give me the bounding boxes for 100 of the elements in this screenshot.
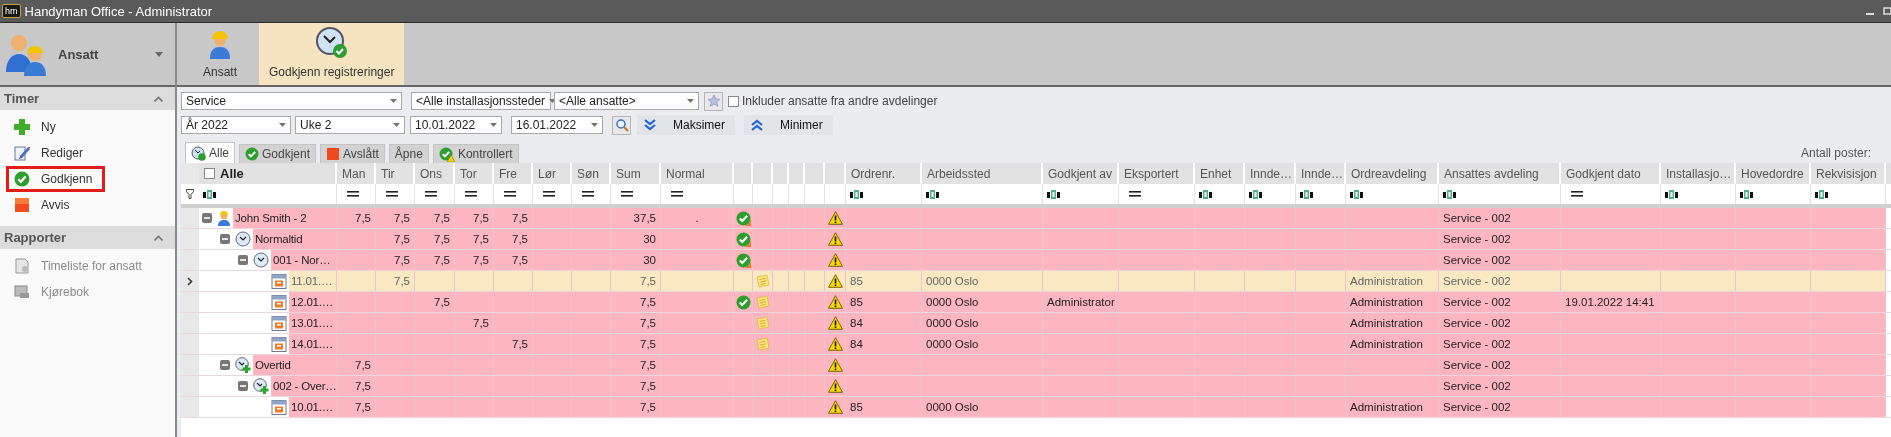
restore-icon[interactable]: [1883, 6, 1891, 16]
week-dropdown[interactable]: Uke 2: [295, 116, 405, 134]
text-filter-icon[interactable]: [1199, 189, 1213, 199]
collapse-icon[interactable]: [238, 381, 248, 391]
column-header[interactable]: Innde…: [1245, 163, 1296, 184]
row-header[interactable]: [181, 271, 199, 291]
caret-icon[interactable]: [549, 99, 557, 103]
column-header[interactable]: Tor: [455, 163, 494, 184]
text-filter-icon[interactable]: [1815, 189, 1829, 199]
caret-icon[interactable]: [687, 99, 694, 103]
equals-filter-icon[interactable]: [1129, 191, 1141, 197]
tree-node-label[interactable]: 12.01.…: [289, 292, 336, 312]
tree-node-label[interactable]: 13.01.…: [289, 313, 336, 333]
column-header[interactable]: Hovedordre: [1736, 163, 1811, 184]
column-header[interactable]: Ansattes avdeling: [1439, 163, 1561, 184]
column-header[interactable]: Enhet: [1195, 163, 1245, 184]
equals-filter-icon[interactable]: [504, 191, 516, 197]
column-header[interactable]: Sum: [611, 163, 661, 184]
column-header[interactable]: Installasjo…: [1661, 163, 1736, 184]
ribbon-button[interactable]: Ansatt: [181, 23, 259, 85]
text-filter-icon[interactable]: [203, 189, 217, 199]
collapse-icon[interactable]: [202, 213, 212, 223]
filter-tab[interactable]: Alle: [185, 142, 235, 163]
tree-node-label[interactable]: John Smith - 2: [233, 208, 336, 228]
equals-filter-icon[interactable]: [1571, 191, 1583, 197]
collapse-icon[interactable]: [220, 234, 230, 244]
column-header[interactable]: Rekvisisjon: [1811, 163, 1886, 184]
filter-tab[interactable]: Godkjent: [239, 144, 317, 163]
column-header[interactable]: Innde…: [1296, 163, 1346, 184]
department-dropdown[interactable]: Service: [181, 92, 402, 110]
text-filter-icon[interactable]: [1740, 189, 1754, 199]
column-header[interactable]: Ordreavdeling: [1346, 163, 1439, 184]
section-header[interactable]: Rapporter: [0, 226, 175, 249]
search-button[interactable]: [612, 115, 631, 135]
column-header[interactable]: Godkjent dato: [1561, 163, 1661, 184]
column-header[interactable]: Fre: [494, 163, 533, 184]
column-header[interactable]: Eksportert: [1119, 163, 1195, 184]
text-filter-icon[interactable]: [850, 189, 864, 199]
collapse-icon[interactable]: [238, 255, 248, 265]
equals-filter-icon[interactable]: [621, 191, 633, 197]
column-header[interactable]: Arbeidssted: [922, 163, 1043, 184]
column-header[interactable]: Normal: [661, 163, 734, 184]
tree-node-label[interactable]: 10.01.…: [289, 397, 336, 417]
sidebar-item[interactable]: Avvis: [6, 192, 83, 218]
equals-filter-icon[interactable]: [425, 191, 437, 197]
column-header[interactable]: Lør: [533, 163, 572, 184]
column-header[interactable]: Ons: [415, 163, 455, 184]
tree-node-label[interactable]: 14.01.…: [289, 334, 336, 354]
ribbon-button[interactable]: Godkjenn registreringer: [259, 23, 405, 85]
column-header[interactable]: Godkjent av: [1043, 163, 1119, 184]
equals-filter-icon[interactable]: [465, 191, 477, 197]
column-header[interactable]: Alle: [199, 163, 337, 184]
column-header[interactable]: Tir: [376, 163, 415, 184]
sidebar-item[interactable]: Godkjenn: [6, 166, 106, 192]
minimize-button[interactable]: Minimer: [744, 115, 833, 135]
caret-icon[interactable]: [155, 51, 163, 57]
filter-tab[interactable]: Åpne: [388, 144, 429, 163]
from-date-field[interactable]: 10.01.2022: [410, 116, 502, 134]
column-header[interactable]: Søn: [572, 163, 611, 184]
text-filter-icon[interactable]: [1047, 189, 1061, 199]
filter-icon[interactable]: [186, 189, 194, 199]
filter-tab[interactable]: Kontrollert: [432, 144, 519, 163]
text-filter-icon[interactable]: [1443, 189, 1457, 199]
caret-icon[interactable]: [279, 123, 286, 127]
equals-filter-icon[interactable]: [582, 191, 594, 197]
tree-node-label[interactable]: 001 - Nor…: [271, 250, 336, 270]
caret-icon[interactable]: [591, 123, 598, 127]
equals-filter-icon[interactable]: [543, 191, 555, 197]
equals-filter-icon[interactable]: [347, 191, 359, 197]
module-header[interactable]: Ansatt: [0, 23, 175, 87]
collapse-icon[interactable]: [154, 95, 163, 102]
text-filter-icon[interactable]: [1300, 189, 1314, 199]
text-filter-icon[interactable]: [1665, 189, 1679, 199]
text-filter-icon[interactable]: [926, 189, 940, 199]
tree-node-label[interactable]: Normaltid: [253, 229, 336, 249]
column-header[interactable]: Man: [337, 163, 376, 184]
text-filter-icon[interactable]: [1350, 189, 1364, 199]
tree-node-label[interactable]: Overtid: [253, 355, 336, 375]
collapse-icon[interactable]: [220, 360, 230, 370]
employee-dropdown[interactable]: <Alle ansatte>: [554, 92, 699, 110]
sidebar-item[interactable]: Rediger: [6, 140, 97, 166]
select-all-checkbox[interactable]: [204, 168, 215, 179]
include-checkbox[interactable]: Inkluder ansatte fra andre avdelinger: [728, 94, 938, 108]
tree-node-label[interactable]: 002 - Over…: [271, 376, 336, 396]
sidebar-item[interactable]: Ny: [6, 114, 69, 140]
column-header[interactable]: Ordrenr.: [846, 163, 922, 184]
text-filter-icon[interactable]: [1249, 189, 1263, 199]
caret-icon[interactable]: [393, 123, 400, 127]
to-date-field[interactable]: 16.01.2022: [511, 116, 603, 134]
collapse-icon[interactable]: [154, 234, 163, 241]
maximize-button[interactable]: Maksimer: [637, 115, 735, 135]
caret-icon[interactable]: [490, 123, 497, 127]
filter-tab[interactable]: Avslått: [320, 144, 385, 163]
location-dropdown[interactable]: <Alle installasjonssteder: [411, 92, 551, 110]
tree-node-label[interactable]: 11.01.…: [289, 271, 336, 291]
section-header[interactable]: Timer: [0, 87, 175, 110]
equals-filter-icon[interactable]: [386, 191, 398, 197]
equals-filter-icon[interactable]: [671, 191, 683, 197]
caret-icon[interactable]: [390, 99, 397, 103]
year-dropdown[interactable]: År 2022: [181, 116, 291, 134]
